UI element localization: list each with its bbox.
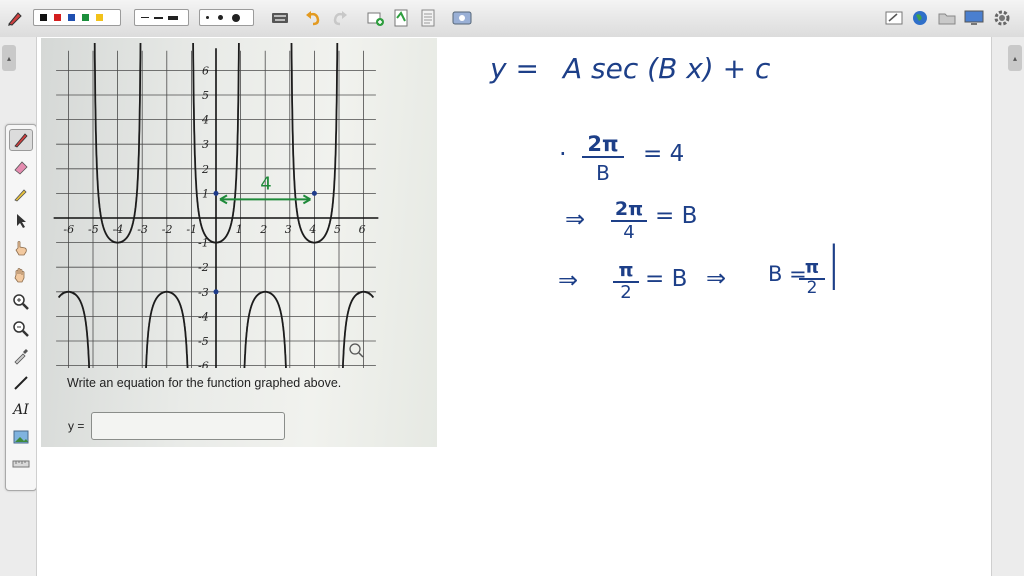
monitor-icon[interactable] <box>963 8 985 28</box>
y-tick-label: 2 <box>201 163 209 176</box>
hand-pan-tool-icon[interactable] <box>9 264 33 286</box>
line-medium[interactable] <box>154 16 163 19</box>
x-tick-label: -2 <box>162 223 173 236</box>
period-annotation: 4 <box>260 173 271 194</box>
question-prompt: Write an equation for the function graph… <box>67 376 342 390</box>
eraser-tool-icon[interactable] <box>9 156 33 178</box>
dot-medium[interactable] <box>218 15 223 20</box>
settings-icon[interactable] <box>992 8 1012 28</box>
y-tick-label: 1 <box>202 187 209 200</box>
x-tick-label: 4 <box>308 223 316 236</box>
note-frac1-den: B <box>596 161 610 185</box>
answer-input[interactable] <box>91 412 285 440</box>
folder-icon[interactable] <box>937 8 957 28</box>
y-tick-label: 6 <box>202 64 209 77</box>
x-tick-label: 1 <box>236 223 243 236</box>
color-swatch-yellow[interactable] <box>96 14 103 21</box>
x-tick-label: -5 <box>88 223 99 236</box>
x-tick-label: -3 <box>137 223 148 236</box>
zoom-out-tool-icon[interactable] <box>9 318 33 340</box>
line-thick[interactable] <box>168 15 178 20</box>
line-thin[interactable] <box>141 17 149 18</box>
color-palette <box>33 9 121 26</box>
image-tool-icon[interactable] <box>9 426 33 448</box>
hand-point-tool-icon[interactable] <box>9 237 33 259</box>
graph-point <box>213 190 219 196</box>
pasted-problem-screenshot[interactable]: -6 -5 -4 -3 -2 -1 1 2 3 4 5 6 6 5 4 3 2 1 -1 -2 -3 -4 -5 -6 4 W… <box>41 38 437 447</box>
note-frac4-num: π <box>799 257 825 280</box>
note-implies-3: ⇒ <box>706 264 727 292</box>
zoom-in-tool-icon[interactable] <box>9 291 33 313</box>
screenshot-icon[interactable] <box>451 8 473 28</box>
text-tool-icon[interactable]: AI <box>9 399 33 421</box>
x-tick-label: -6 <box>63 223 74 236</box>
add-page-icon[interactable] <box>365 8 385 28</box>
x-tick-label: -4 <box>113 223 124 236</box>
redo-icon[interactable] <box>330 8 350 28</box>
note-implies-1: ⇒ <box>565 205 586 233</box>
x-tick-label: 2 <box>259 223 267 236</box>
pen-tool-icon[interactable] <box>9 129 33 151</box>
note-frac3-den: 2 <box>620 282 632 303</box>
y-tick-label: 5 <box>202 89 209 102</box>
note-general-form: A sec (B x) + c <box>563 52 771 85</box>
line-width-group <box>134 9 189 26</box>
color-swatch-blue[interactable] <box>68 14 75 21</box>
y-tick-label: -4 <box>198 310 209 323</box>
dot-large[interactable] <box>232 13 240 22</box>
drawing-tool-panel: AI <box>5 124 37 491</box>
line-tool-icon[interactable] <box>9 372 33 394</box>
note-frac4-den: 2 <box>806 278 818 298</box>
right-margin <box>991 37 1024 576</box>
pointer-tool-icon[interactable] <box>9 210 33 232</box>
page-icon[interactable] <box>391 8 411 28</box>
x-tick-label: 3 <box>285 223 292 236</box>
ruler-tool-icon[interactable] <box>9 453 33 475</box>
note-implies-2: ⇒ <box>558 266 579 294</box>
color-swatch-green[interactable] <box>82 14 89 21</box>
highlighter-tool-icon[interactable] <box>9 183 33 205</box>
y-tick-label: -3 <box>198 286 209 299</box>
secant-branch <box>341 290 375 368</box>
eyedropper-tool-icon[interactable] <box>9 345 33 367</box>
graph-point <box>213 289 219 295</box>
note-final-bar: | <box>826 236 842 290</box>
y-tick-label: 3 <box>202 138 209 151</box>
undo-icon[interactable] <box>303 8 323 28</box>
secant-branch <box>57 290 91 368</box>
note-frac3-num: π <box>613 259 639 283</box>
note-frac1-num: 2π <box>582 132 624 158</box>
x-tick-label: -1 <box>186 223 197 236</box>
document-icon[interactable] <box>418 8 438 28</box>
note-eq-B-2: = B <box>645 266 688 292</box>
left-collapse-handle[interactable]: ▴ <box>2 45 16 71</box>
x-tick-label: 6 <box>359 223 366 236</box>
y-tick-label: -6 <box>198 360 209 368</box>
keyboard-icon[interactable] <box>270 8 290 28</box>
y-tick-label: 4 <box>201 114 209 127</box>
answer-label: y = <box>68 419 85 433</box>
note-frac2-num: 2π <box>611 198 647 222</box>
y-tick-label: -5 <box>198 335 209 348</box>
note-frac2-den: 4 <box>623 222 635 243</box>
x-tick-label: 5 <box>334 223 341 236</box>
dot-small[interactable] <box>206 16 209 19</box>
graph-point <box>311 190 317 196</box>
secant-graph: -6 -5 -4 -3 -2 -1 1 2 3 4 5 6654321-1-2-3-4-5-6 4 <box>53 42 379 368</box>
note-eq-4: = 4 <box>643 141 685 167</box>
color-swatch-red[interactable] <box>54 14 61 21</box>
note-y-equals: y = <box>490 52 539 85</box>
zoom-glyph-icon <box>349 343 361 355</box>
y-tick-label: -2 <box>198 261 209 274</box>
note-bullet: · <box>559 140 567 168</box>
color-swatch-black[interactable] <box>40 14 47 21</box>
whiteboard-icon[interactable] <box>884 8 904 28</box>
right-collapse-handle[interactable]: ▴ <box>1008 45 1022 71</box>
pen-icon[interactable] <box>5 8 25 28</box>
globe-icon[interactable] <box>910 8 930 28</box>
dot-size-group <box>199 9 254 26</box>
top-toolbar <box>0 0 1024 38</box>
note-eq-B-1: = B <box>655 203 698 229</box>
